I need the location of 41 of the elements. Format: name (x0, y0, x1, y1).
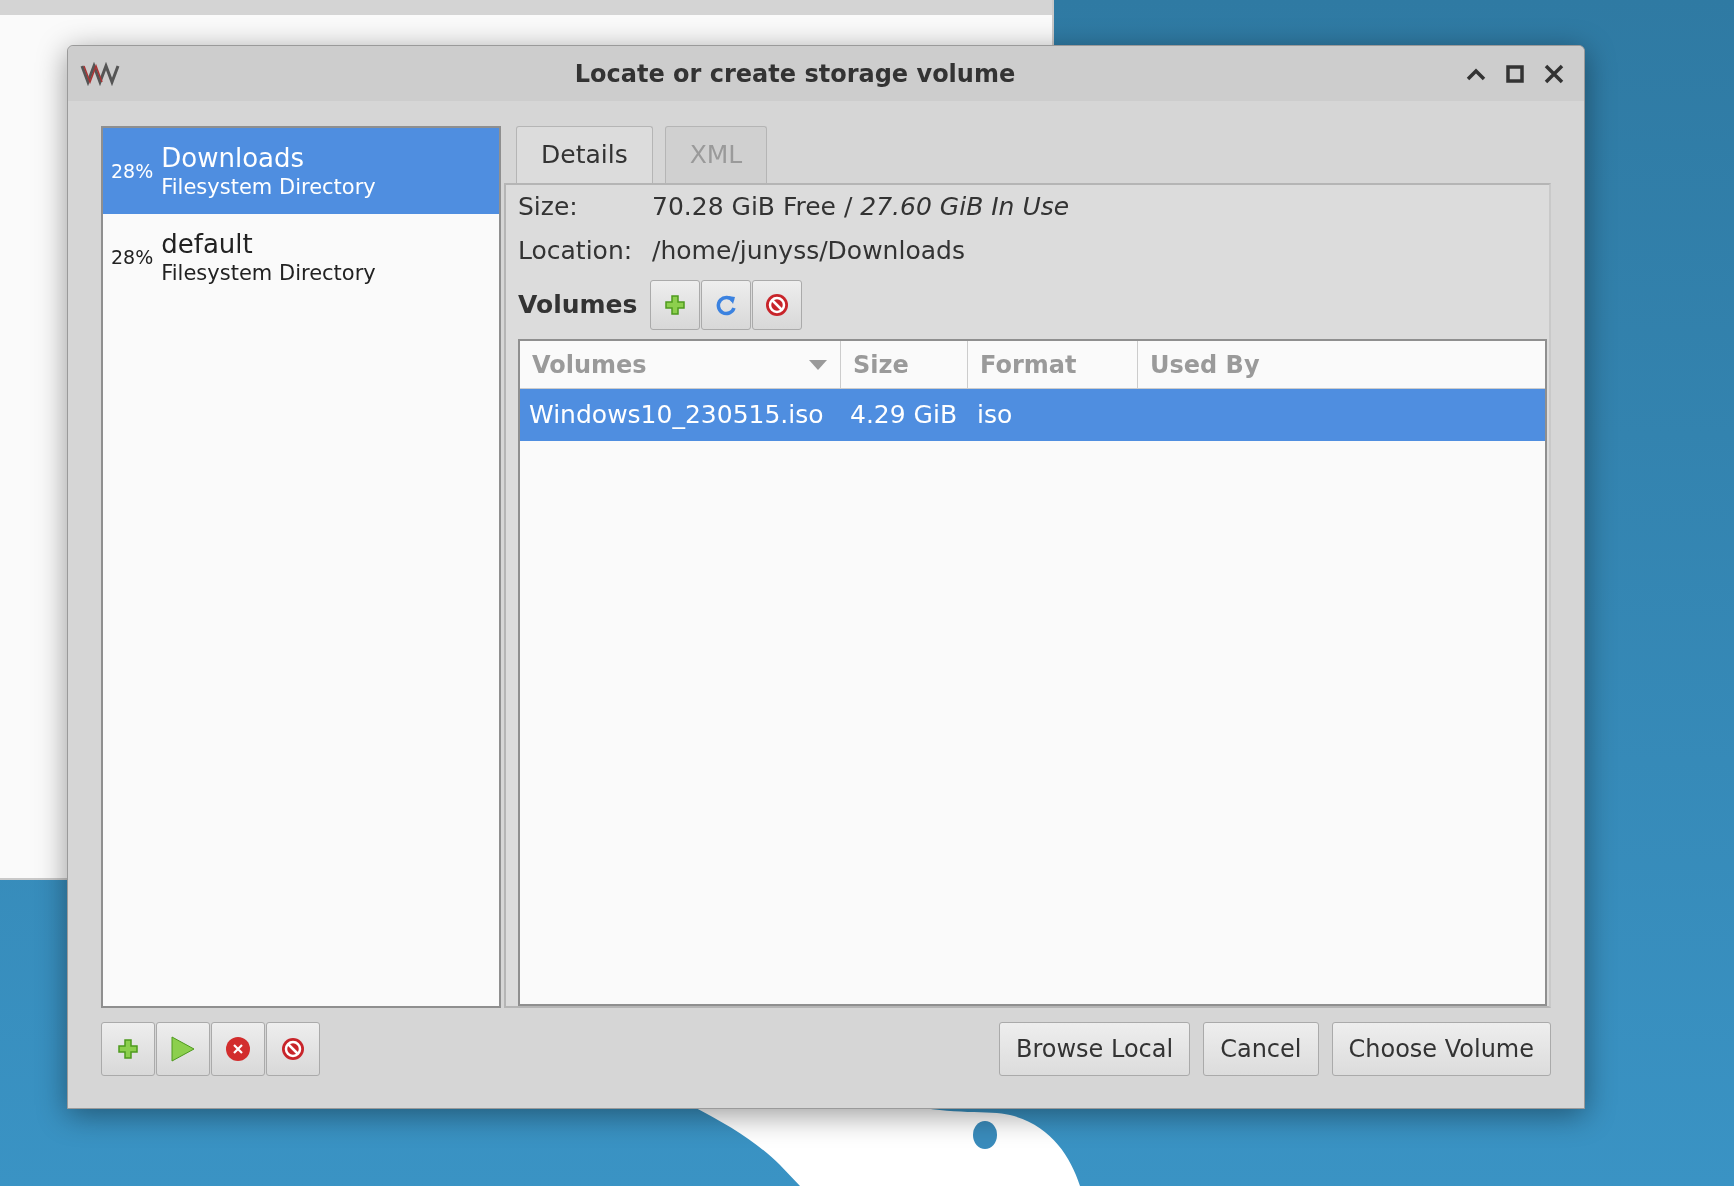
column-header[interactable]: Format (968, 341, 1138, 388)
pool-name: default (161, 228, 254, 260)
dialog-button[interactable]: Browse Local (998, 1022, 1191, 1076)
detail-value: /home/junyss/Downloads (652, 235, 965, 268)
plus-icon (117, 1038, 139, 1060)
column-header[interactable]: Used By (1138, 341, 1545, 388)
volumes-label: Volumes (518, 289, 638, 322)
play-icon (170, 1035, 196, 1063)
window-title: Locate or create storage volume (573, 58, 1017, 90)
column-header[interactable]: Volumes (520, 341, 841, 388)
delete-icon (225, 1036, 251, 1062)
table-row[interactable]: Windows10_230515.iso 4.29 GiB iso (520, 389, 1545, 441)
delete-volume-button[interactable] (752, 280, 803, 330)
dialog-button[interactable]: Choose Volume (1331, 1022, 1551, 1076)
sort-caret-icon (808, 358, 828, 371)
add-volume-button[interactable] (650, 280, 701, 330)
dialog-button[interactable]: Cancel (1203, 1022, 1319, 1076)
pool-name: Downloads (161, 142, 306, 174)
table-cell: Windows10_230515.iso (529, 400, 824, 430)
stop-pool-button[interactable] (211, 1022, 265, 1076)
close-icon[interactable] (1544, 63, 1564, 84)
table-cell: iso (977, 400, 1013, 430)
stop-icon (764, 292, 791, 318)
chevron-up-icon[interactable] (1466, 66, 1486, 81)
detail-label: Location: (518, 235, 634, 268)
tab[interactable]: Details (516, 126, 653, 183)
stop-icon (280, 1036, 306, 1062)
maximize-icon[interactable] (1506, 64, 1524, 83)
usage-percent: 28% (111, 244, 154, 270)
detail-label: Size: (518, 191, 579, 224)
plus-icon (664, 294, 687, 316)
detail-value: 70.28 GiB Free / 27.60 GiB In Use (652, 191, 1070, 224)
add-pool-button[interactable] (101, 1022, 155, 1076)
pool-type: Filesystem Directory (161, 174, 376, 200)
pool-type: Filesystem Directory (161, 260, 376, 286)
usage-percent: 28% (111, 158, 154, 184)
table-cell: 4.29 GiB (850, 400, 958, 430)
delete-pool-button[interactable] (266, 1022, 320, 1076)
column-header[interactable]: Size (841, 341, 968, 388)
refresh-button[interactable] (701, 280, 752, 330)
start-pool-button[interactable] (156, 1022, 210, 1076)
